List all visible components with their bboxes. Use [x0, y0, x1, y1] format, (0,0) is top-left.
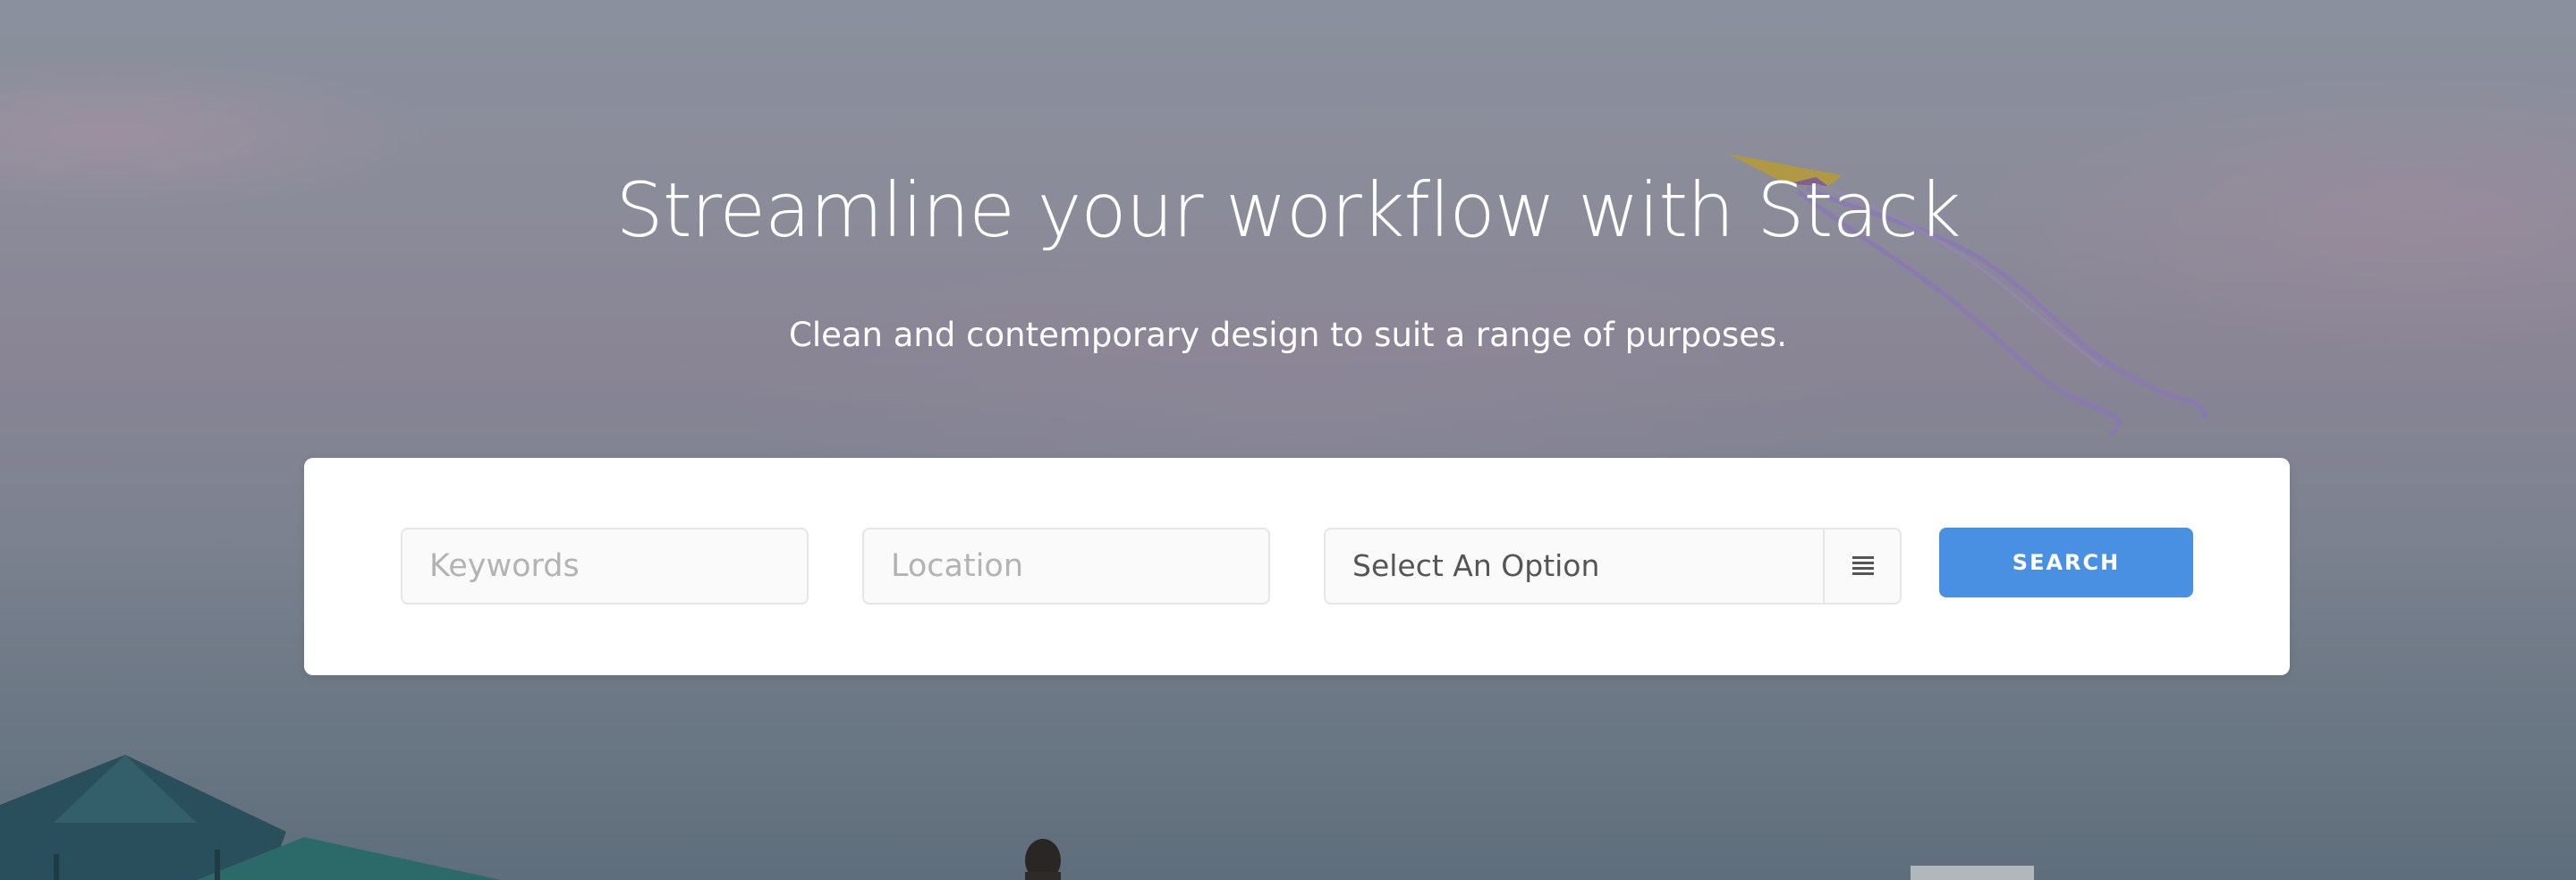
- search-button[interactable]: SEARCH: [1939, 528, 2193, 597]
- hero-title: Streamline your workflow with Stack: [615, 166, 1961, 254]
- location-input[interactable]: [862, 528, 1270, 605]
- hero-section: Streamline your workflow with Stack Clea…: [0, 0, 2576, 880]
- category-select-value: Select An Option: [1352, 548, 1600, 583]
- tent-graphic: [0, 755, 501, 880]
- hero-background-image: [0, 154, 2208, 880]
- person-graphic: [1025, 839, 1061, 880]
- select-dropdown-toggle[interactable]: [1823, 529, 1900, 603]
- hero-subtitle: Clean and contemporary design to suit a …: [789, 316, 1787, 354]
- category-select[interactable]: Select An Option: [1324, 528, 1902, 605]
- search-form: Select An Option SEARCH: [304, 458, 2290, 675]
- keywords-input[interactable]: [401, 528, 809, 605]
- list-icon: [1852, 556, 1874, 575]
- structure-graphic: [1911, 866, 2034, 880]
